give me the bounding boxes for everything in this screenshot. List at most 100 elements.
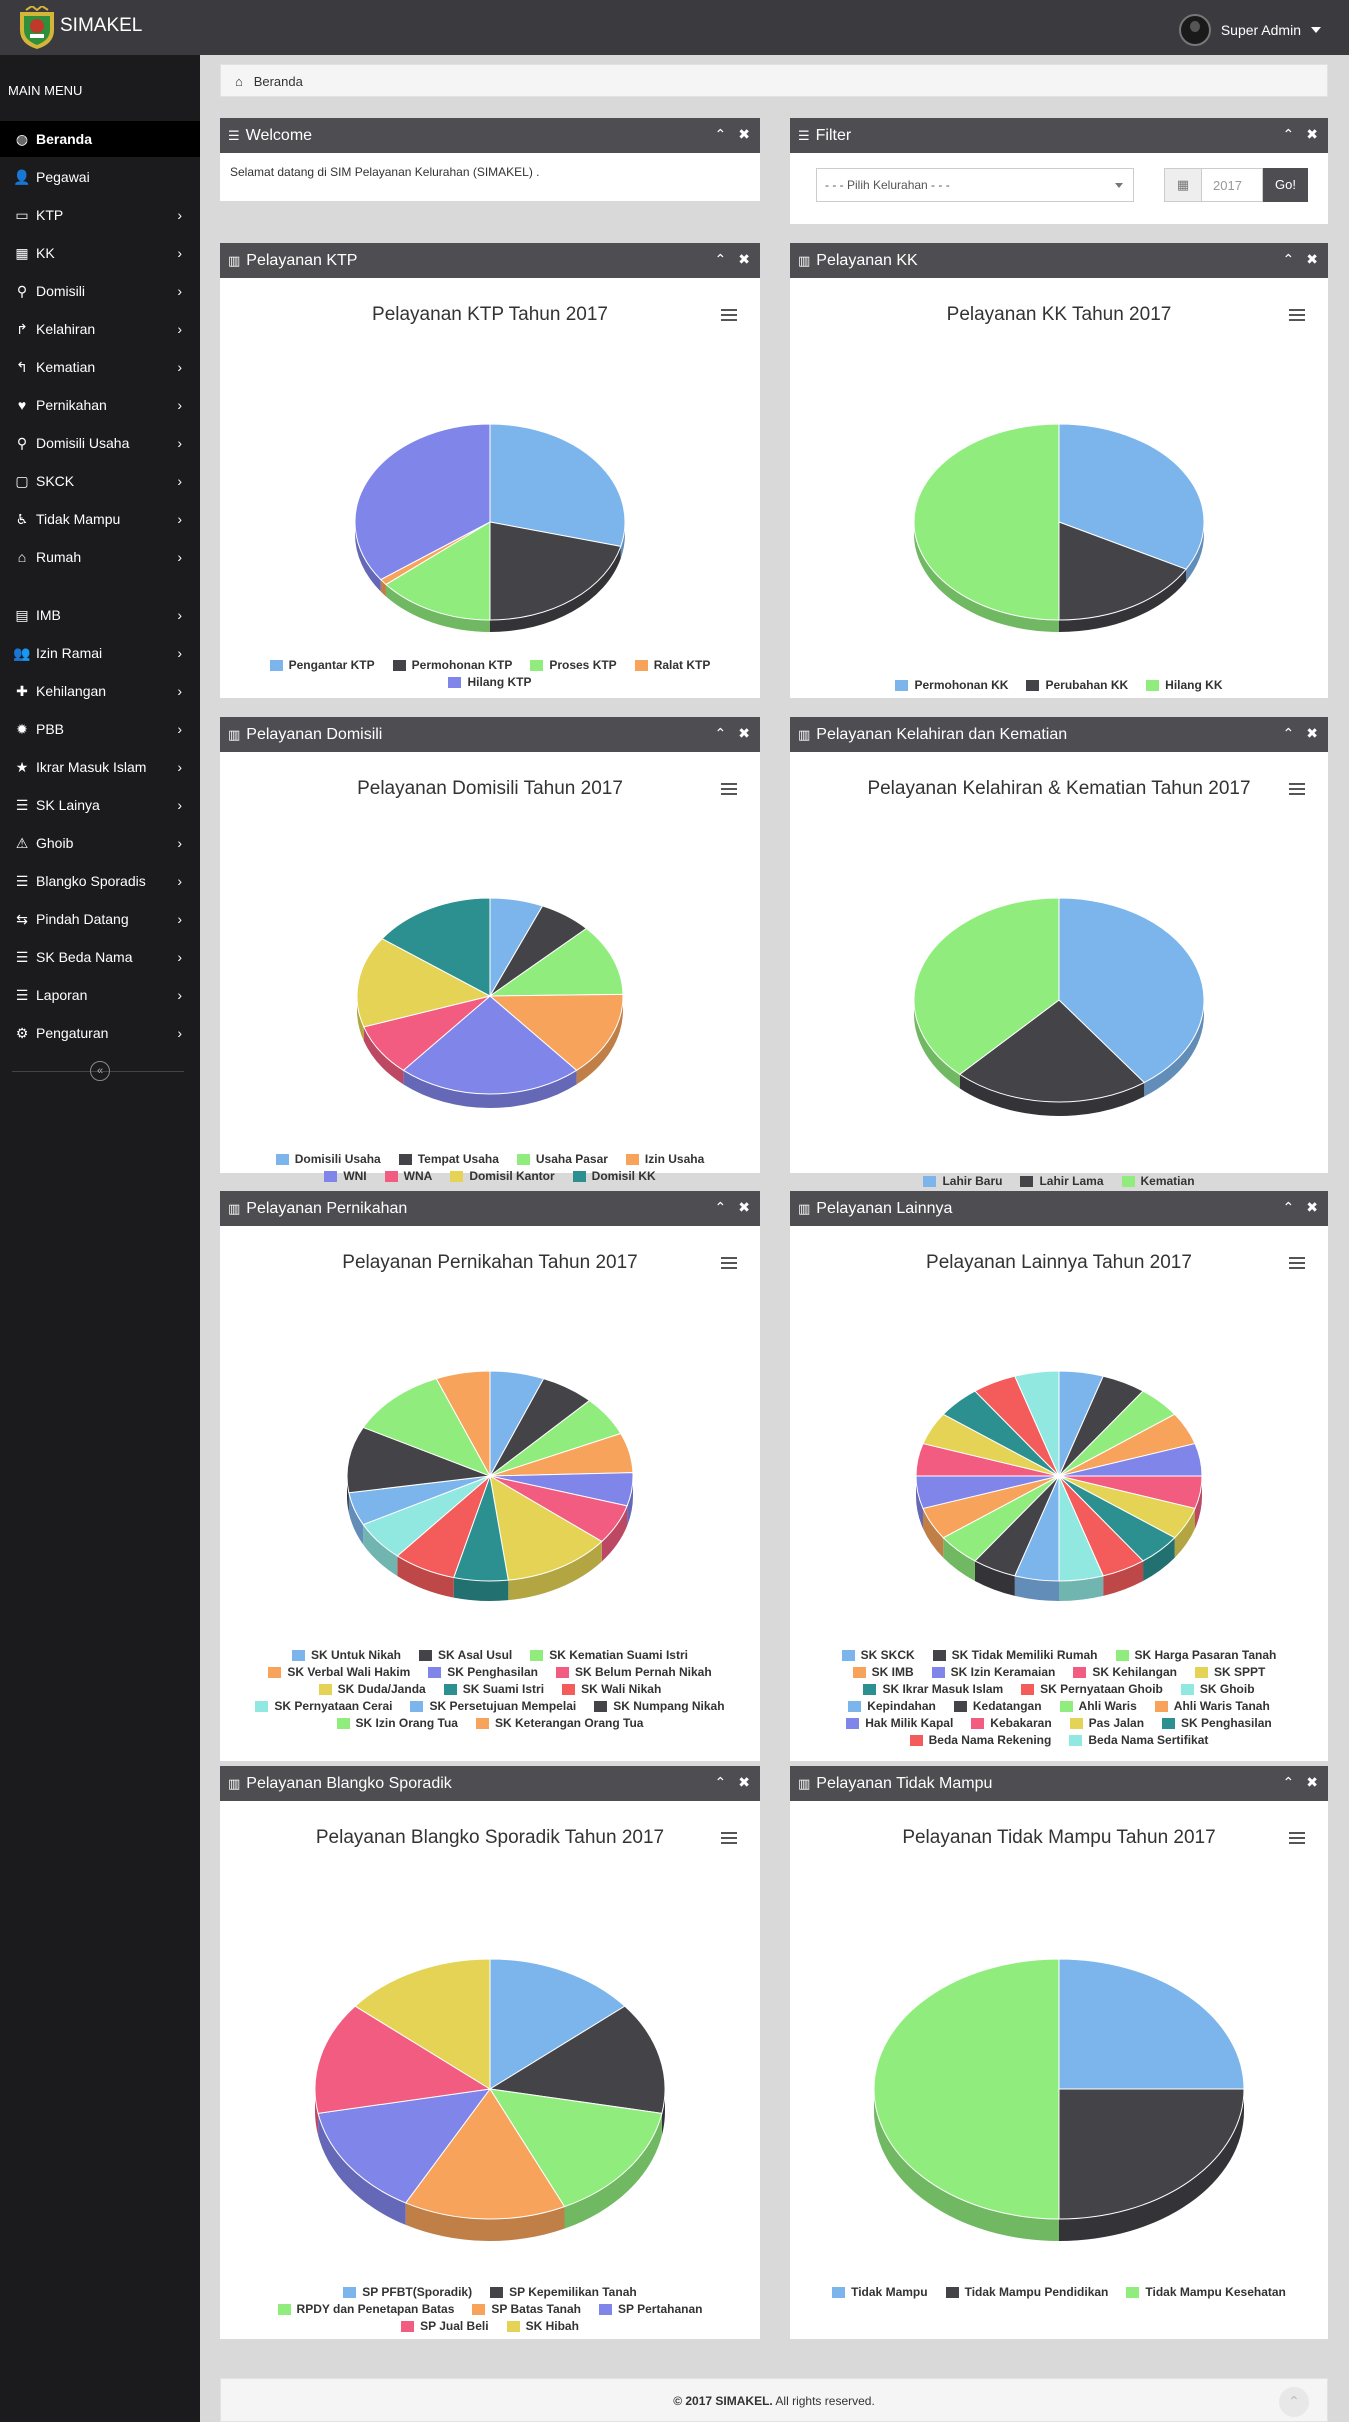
legend-item[interactable]: RPDY dan Penetapan Batas xyxy=(277,2302,454,2316)
legend-item[interactable]: Tidak Mampu Pendidikan xyxy=(945,2285,1108,2299)
calendar-icon[interactable]: ▦ xyxy=(1164,168,1202,202)
legend-item[interactable]: SK Izin Keramaian xyxy=(931,1665,1055,1679)
legend-item[interactable]: Domisili Usaha xyxy=(275,1152,381,1166)
legend-item[interactable]: Tidak Mampu Kesehatan xyxy=(1126,2285,1286,2299)
legend-item[interactable]: SK Keterangan Orang Tua xyxy=(475,1716,643,1730)
legend-item[interactable]: Kematian xyxy=(1121,1174,1195,1188)
sidebar-item-tidak-mampu[interactable]: ♿ Tidak Mampu › xyxy=(0,501,200,537)
legend-item[interactable]: Kepindahan xyxy=(848,1699,936,1713)
logo-icon[interactable] xyxy=(16,6,58,50)
collapse-icon[interactable]: ⌃ xyxy=(1283,725,1295,742)
legend-item[interactable]: SK Duda/Janda xyxy=(318,1682,426,1696)
legend-item[interactable]: SK Asal Usul xyxy=(419,1648,512,1662)
sidebar-item-izin-ramai[interactable]: 👥 Izin Ramai › xyxy=(0,635,200,671)
legend-item[interactable]: SK Ikrar Masuk Islam xyxy=(863,1682,1003,1696)
legend-item[interactable]: Perubahan KK xyxy=(1026,678,1128,692)
close-icon[interactable]: ✖ xyxy=(738,725,750,742)
legend-item[interactable]: SK Tidak Memiliki Rumah xyxy=(932,1648,1098,1662)
close-icon[interactable]: ✖ xyxy=(1306,126,1318,143)
sidebar-item-pegawai[interactable]: 👤 Pegawai xyxy=(0,159,200,195)
legend-item[interactable]: SP PFBT(Sporadik) xyxy=(343,2285,472,2299)
sidebar-item-ghoib[interactable]: ⚠ Ghoib › xyxy=(0,825,200,861)
sidebar-item-sk-lainya[interactable]: ☰ SK Lainya › xyxy=(0,787,200,823)
legend-item[interactable]: Hak Milik Kapal xyxy=(846,1716,953,1730)
legend-item[interactable]: WNI xyxy=(324,1169,367,1183)
pie-slice[interactable] xyxy=(873,1958,1060,2220)
pie-slice[interactable] xyxy=(1058,1958,1245,2090)
legend-item[interactable]: SK Kehilangan xyxy=(1073,1665,1177,1679)
legend-item[interactable]: SK IMB xyxy=(852,1665,914,1679)
close-icon[interactable]: ✖ xyxy=(1306,725,1318,742)
sidebar-item-kelahiran[interactable]: ↱ Kelahiran › xyxy=(0,311,200,347)
sidebar-item-kk[interactable]: ▦ KK › xyxy=(0,235,200,271)
legend-item[interactable]: Tidak Mampu xyxy=(832,2285,928,2299)
close-icon[interactable]: ✖ xyxy=(738,126,750,143)
year-input[interactable]: 2017 xyxy=(1201,168,1263,202)
legend-item[interactable]: Permohonan KK xyxy=(895,678,1008,692)
sidebar-item-blangko-sporadis[interactable]: ☰ Blangko Sporadis › xyxy=(0,863,200,899)
caret-down-icon[interactable] xyxy=(1311,27,1321,33)
legend-item[interactable]: Domisil Kantor xyxy=(450,1169,555,1183)
pie-slice[interactable] xyxy=(1058,2088,1245,2220)
legend-item[interactable]: SP Jual Beli xyxy=(401,2319,489,2333)
close-icon[interactable]: ✖ xyxy=(738,1199,750,1216)
legend-item[interactable]: SK Untuk Nikah xyxy=(292,1648,401,1662)
sidebar-item-ikrar-masuk-islam[interactable]: ★ Ikrar Masuk Islam › xyxy=(0,749,200,785)
legend-item[interactable]: SK Ghoib xyxy=(1180,1682,1255,1696)
legend-item[interactable]: SK Harga Pasaran Tanah xyxy=(1115,1648,1276,1662)
legend-item[interactable]: SK Suami Istri xyxy=(443,1682,544,1696)
close-icon[interactable]: ✖ xyxy=(738,251,750,268)
sidebar-item-rumah[interactable]: ⌂ Rumah › xyxy=(0,539,200,575)
user-name[interactable]: Super Admin xyxy=(1221,22,1301,38)
user-menu[interactable]: Super Admin xyxy=(1178,14,1321,46)
close-icon[interactable]: ✖ xyxy=(1306,1199,1318,1216)
collapse-icon[interactable]: ⌃ xyxy=(1283,126,1295,143)
legend-item[interactable]: SK Hibah xyxy=(506,2319,579,2333)
legend-item[interactable]: SK Wali Nikah xyxy=(562,1682,661,1696)
legend-item[interactable]: Beda Nama Sertifikat xyxy=(1069,1733,1208,1747)
sidebar-item-skck[interactable]: ▢ SKCK › xyxy=(0,463,200,499)
legend-item[interactable]: SK Kematian Suami Istri xyxy=(530,1648,688,1662)
sidebar-item-pindah-datang[interactable]: ⇆ Pindah Datang › xyxy=(0,901,200,937)
sidebar-item-beranda[interactable]: ◍ Beranda xyxy=(0,121,200,157)
collapse-icon[interactable]: ⌃ xyxy=(1283,251,1295,268)
collapse-icon[interactable]: ⌃ xyxy=(715,1199,727,1216)
sidebar-item-pernikahan[interactable]: ♥ Pernikahan › xyxy=(0,387,200,423)
brand-title[interactable]: SIMAKEL xyxy=(60,15,142,37)
sidebar-item-domisili[interactable]: ⚲ Domisili › xyxy=(0,273,200,309)
legend-item[interactable]: SK Penghasilan xyxy=(428,1665,538,1679)
legend-item[interactable]: SK Verbal Wali Hakim xyxy=(268,1665,410,1679)
legend-item[interactable]: Pengantar KTP xyxy=(269,658,375,672)
home-icon[interactable]: ⌂ xyxy=(235,74,243,89)
legend-item[interactable]: SP Kepemilikan Tanah xyxy=(490,2285,637,2299)
legend-item[interactable]: Izin Usaha xyxy=(625,1152,704,1166)
sidebar-item-imb[interactable]: ▤ IMB › xyxy=(0,597,200,633)
legend-item[interactable]: Pas Jalan xyxy=(1069,1716,1144,1730)
sidebar-item-kematian[interactable]: ↰ Kematian › xyxy=(0,349,200,385)
legend-item[interactable]: SK Belum Pernah Nikah xyxy=(555,1665,712,1679)
legend-item[interactable]: Permohonan KTP xyxy=(392,658,512,672)
sidebar-item-domisili-usaha[interactable]: ⚲ Domisili Usaha › xyxy=(0,425,200,461)
legend-item[interactable]: Beda Nama Rekening xyxy=(909,1733,1051,1747)
legend-item[interactable]: SK Pernyataan Cerai xyxy=(255,1699,392,1713)
legend-item[interactable]: Usaha Pasar xyxy=(516,1152,608,1166)
collapse-icon[interactable]: ⌃ xyxy=(1283,1199,1295,1216)
sidebar-item-laporan[interactable]: ☰ Laporan › xyxy=(0,977,200,1013)
legend-item[interactable]: SP Pertahanan xyxy=(598,2302,702,2316)
sidebar-item-pbb[interactable]: ✹ PBB › xyxy=(0,711,200,747)
legend-item[interactable]: Hilang KK xyxy=(1146,678,1223,692)
collapse-icon[interactable]: ⌃ xyxy=(715,1774,727,1791)
sidebar-item-sk-beda-nama[interactable]: ☰ SK Beda Nama › xyxy=(0,939,200,975)
breadcrumb-item[interactable]: Beranda xyxy=(254,74,303,89)
kelurahan-select[interactable]: - - - Pilih Kelurahan - - - xyxy=(816,168,1134,202)
legend-item[interactable]: SK Penghasilan xyxy=(1162,1716,1272,1730)
legend-item[interactable]: Lahir Baru xyxy=(923,1174,1002,1188)
sidebar-item-pengaturan[interactable]: ⚙ Pengaturan › xyxy=(0,1015,200,1051)
collapse-icon[interactable]: ⌃ xyxy=(1283,1774,1295,1791)
collapse-icon[interactable]: ⌃ xyxy=(715,126,727,143)
legend-item[interactable]: Ralat KTP xyxy=(634,658,710,672)
legend-item[interactable]: Proses KTP xyxy=(530,658,617,672)
sidebar-item-kehilangan[interactable]: ✚ Kehilangan › xyxy=(0,673,200,709)
legend-item[interactable]: Ahli Waris Tanah xyxy=(1154,1699,1270,1713)
collapse-icon[interactable]: ⌃ xyxy=(715,251,727,268)
